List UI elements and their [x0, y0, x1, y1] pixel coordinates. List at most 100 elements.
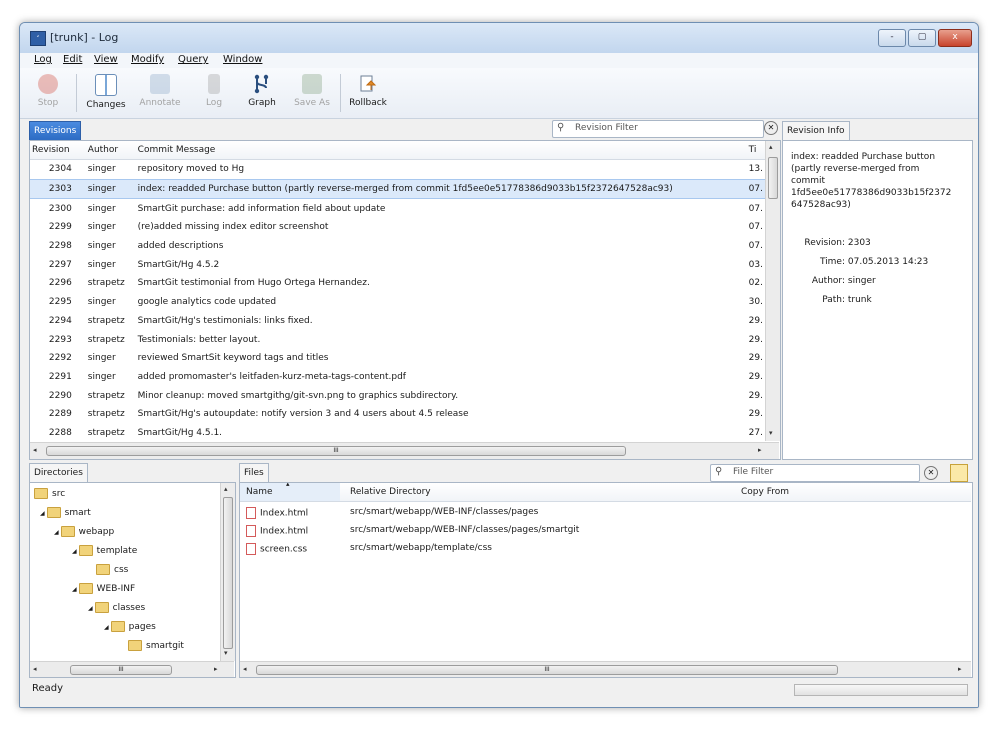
- tree-node-label: smartgit: [146, 641, 184, 651]
- column-header-copy-from[interactable]: Copy From: [741, 487, 789, 497]
- files-horizontal-scrollbar[interactable]: ◂ III ▸: [240, 661, 971, 677]
- tree-node[interactable]: ◢ pages: [104, 618, 156, 637]
- expand-icon[interactable]: ◢: [40, 510, 45, 517]
- scroll-left-arrow[interactable]: ◂: [243, 665, 247, 673]
- menu-window[interactable]: Window: [223, 54, 262, 65]
- revision-cell: 2290: [48, 390, 72, 401]
- time-cell: 29.: [748, 315, 763, 326]
- changes-button[interactable]: Changes: [84, 72, 128, 114]
- tab-files[interactable]: Files: [239, 463, 269, 482]
- folder-toggle-icon[interactable]: [950, 464, 968, 482]
- clear-filter-icon[interactable]: ✕: [764, 121, 778, 135]
- table-row[interactable]: 2294 strapetz SmartGit/Hg's testimonials: …: [30, 312, 765, 331]
- status-bar: Ready: [20, 679, 978, 707]
- table-row[interactable]: 2300 singer SmartGit purchase: add informa…: [30, 199, 765, 218]
- revision-filter-input[interactable]: ⚲ Revision Filter: [552, 120, 764, 138]
- expand-icon[interactable]: ◢: [72, 548, 77, 555]
- table-row[interactable]: 2295 singer google analytics code updated 3…: [30, 293, 765, 312]
- tree-node[interactable]: css: [94, 561, 128, 580]
- menu-view[interactable]: View: [94, 54, 118, 65]
- log-button[interactable]: Log: [192, 72, 236, 114]
- directories-horizontal-scrollbar[interactable]: ◂ III ▸: [30, 661, 234, 677]
- table-row[interactable]: 2291 singer added promomaster's leitfaden-…: [30, 368, 765, 387]
- expand-icon[interactable]: ◢: [72, 586, 77, 593]
- table-row[interactable]: 2290 strapetz Minor cleanup: moved smartgi…: [30, 386, 765, 405]
- close-button[interactable]: x: [938, 29, 972, 47]
- stop-button[interactable]: Stop: [26, 72, 70, 114]
- table-row[interactable]: 2298 singer added descriptions 07.: [30, 237, 765, 256]
- table-row[interactable]: 2299 singer (re)added missing index editor…: [30, 218, 765, 237]
- expand-icon[interactable]: ◢: [104, 624, 109, 631]
- revisions-horizontal-scrollbar[interactable]: ◂ III ▸: [30, 442, 779, 459]
- tree-node[interactable]: src: [32, 485, 65, 504]
- column-header-relative-directory[interactable]: Relative Directory: [350, 487, 431, 497]
- column-header-time[interactable]: Ti: [746, 141, 765, 160]
- tree-node[interactable]: smartgit: [126, 637, 184, 656]
- time-cell: 30.: [748, 297, 763, 308]
- tab-revision-info[interactable]: Revision Info: [782, 121, 850, 140]
- rollback-button[interactable]: Rollback: [346, 72, 390, 114]
- scroll-up-arrow[interactable]: ▴: [769, 143, 773, 151]
- tree-node[interactable]: ◢ WEB-INF: [72, 580, 135, 599]
- scroll-right-arrow[interactable]: ▸: [214, 665, 218, 673]
- scroll-thumb[interactable]: III: [256, 665, 838, 675]
- table-row[interactable]: 2296 strapetz SmartGit testimonial from Hu…: [30, 274, 765, 293]
- tree-node-label: WEB-INF: [96, 584, 136, 594]
- scroll-thumb[interactable]: [768, 157, 778, 199]
- table-row[interactable]: 2304 singer repository moved to Hg 13.: [30, 160, 765, 180]
- scroll-down-arrow[interactable]: ▾: [769, 429, 773, 437]
- info-message-line: index: readded Purchase button: [791, 152, 936, 162]
- commit-message-cell: (re)added missing index editor screensho…: [137, 222, 329, 233]
- column-header-author[interactable]: Author: [85, 141, 136, 160]
- tree-node[interactable]: ◢ classes: [88, 599, 145, 618]
- annotate-button[interactable]: Annotate: [138, 72, 182, 114]
- table-row[interactable]: 2303 singer index: readded Purchase button…: [30, 178, 765, 200]
- scroll-right-arrow[interactable]: ▸: [758, 446, 762, 454]
- tree-node[interactable]: ◢ template: [72, 542, 137, 561]
- graph-button[interactable]: Graph: [240, 72, 284, 114]
- tab-directories[interactable]: Directories: [29, 463, 88, 482]
- scroll-down-arrow[interactable]: ▾: [224, 649, 228, 657]
- tree-node[interactable]: ◢ smart: [40, 504, 91, 523]
- column-header-name[interactable]: Name ▴: [240, 483, 340, 501]
- file-row[interactable]: Index.html src/smart/webapp/WEB-INF/class…: [240, 505, 971, 522]
- maximize-button[interactable]: ▢: [908, 29, 936, 47]
- scroll-thumb[interactable]: III: [46, 446, 626, 456]
- revisions-vertical-scrollbar[interactable]: ▴ ▾: [765, 141, 780, 441]
- save-as-button[interactable]: Save As: [290, 72, 334, 114]
- revision-cell: 2289: [48, 409, 72, 420]
- scroll-right-arrow[interactable]: ▸: [958, 665, 962, 673]
- file-row[interactable]: screen.css src/smart/webapp/template/css: [240, 541, 971, 558]
- info-label-revision: Revision:: [804, 238, 845, 248]
- menu-log[interactable]: Log: [34, 54, 52, 65]
- table-row[interactable]: 2292 singer reviewed SmartSit keyword tags…: [30, 349, 765, 368]
- menu-edit[interactable]: Edit: [63, 54, 82, 65]
- clear-filter-icon[interactable]: ✕: [924, 466, 938, 480]
- scroll-left-arrow[interactable]: ◂: [33, 446, 37, 454]
- tab-revisions[interactable]: Revisions: [29, 121, 82, 140]
- menu-query[interactable]: Query: [178, 54, 208, 65]
- scroll-thumb[interactable]: III: [70, 665, 172, 675]
- tree-node[interactable]: ◢ webapp: [54, 523, 114, 542]
- table-row[interactable]: 2288 strapetz SmartGit/Hg 4.5.1. 27.: [30, 424, 765, 441]
- tree-node-label: classes: [112, 603, 146, 613]
- scroll-thumb[interactable]: [223, 497, 233, 649]
- folder-icon: [34, 488, 48, 499]
- expand-icon[interactable]: ◢: [88, 605, 93, 612]
- directories-vertical-scrollbar[interactable]: ▴ ▾: [220, 483, 235, 661]
- scroll-up-arrow[interactable]: ▴: [224, 485, 228, 493]
- menu-modify[interactable]: Modify: [131, 54, 164, 65]
- table-row[interactable]: 2297 singer SmartGit/Hg 4.5.2 03.: [30, 255, 765, 274]
- expand-icon[interactable]: ◢: [54, 529, 59, 536]
- revision-info-panel: index: readded Purchase button (partly r…: [782, 140, 973, 460]
- minimize-button[interactable]: -: [878, 29, 906, 47]
- file-row[interactable]: Index.html src/smart/webapp/WEB-INF/class…: [240, 523, 971, 540]
- column-header-commit-message[interactable]: Commit Message: [135, 141, 747, 160]
- title-bar[interactable]: ʻ [trunk] - Log - ▢ x: [20, 23, 978, 53]
- info-label-path: Path:: [822, 295, 845, 305]
- file-filter-input[interactable]: ⚲ File Filter: [710, 464, 920, 482]
- column-header-revision[interactable]: Revision: [30, 141, 86, 160]
- scroll-left-arrow[interactable]: ◂: [33, 665, 37, 673]
- table-row[interactable]: 2293 strapetz Testimonials: better layout.…: [30, 330, 765, 349]
- table-row[interactable]: 2289 strapetz SmartGit/Hg's autoupdate: no…: [30, 405, 765, 424]
